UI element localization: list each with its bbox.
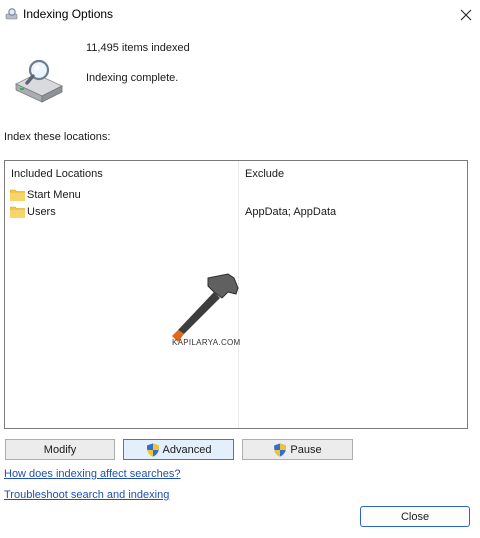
location-name: Users: [27, 206, 56, 218]
advanced-button[interactable]: Advanced: [123, 439, 234, 460]
watermark-text: KAPILARYA.COM: [172, 338, 241, 347]
title-bar: Indexing Options: [0, 0, 480, 30]
close-window-icon[interactable]: [452, 2, 480, 28]
troubleshoot-link[interactable]: Troubleshoot search and indexing: [4, 489, 169, 501]
list-item[interactable]: Start Menu: [9, 187, 81, 203]
uac-shield-icon: [273, 443, 287, 457]
close-button-label: Close: [400, 510, 430, 523]
items-indexed-count: 11,495 items indexed: [86, 42, 190, 54]
folder-icon: [9, 206, 26, 219]
indexing-status: Indexing complete.: [86, 72, 179, 84]
close-button[interactable]: Close: [360, 506, 470, 527]
list-item[interactable]: Users: [9, 204, 56, 220]
window-title: Indexing Options: [23, 7, 114, 21]
exclude-value: AppData; AppData: [245, 206, 337, 218]
included-locations-header[interactable]: Included Locations: [11, 168, 103, 180]
indexing-options-icon: [5, 7, 19, 21]
folder-icon: [9, 189, 26, 202]
hard-drive-search-icon: [12, 56, 64, 104]
indexing-affect-searches-link[interactable]: How does indexing affect searches?: [4, 468, 181, 480]
exclude-header[interactable]: Exclude: [245, 168, 284, 180]
advanced-button-label: Advanced: [162, 443, 212, 456]
modify-button[interactable]: Modify: [5, 439, 115, 460]
pause-button[interactable]: Pause: [242, 439, 353, 460]
pause-button-label: Pause: [290, 443, 322, 456]
location-name: Start Menu: [27, 189, 81, 201]
modify-button-label: Modify: [43, 443, 77, 456]
uac-shield-icon: [146, 443, 160, 457]
locations-section-label: Index these locations:: [4, 131, 111, 143]
